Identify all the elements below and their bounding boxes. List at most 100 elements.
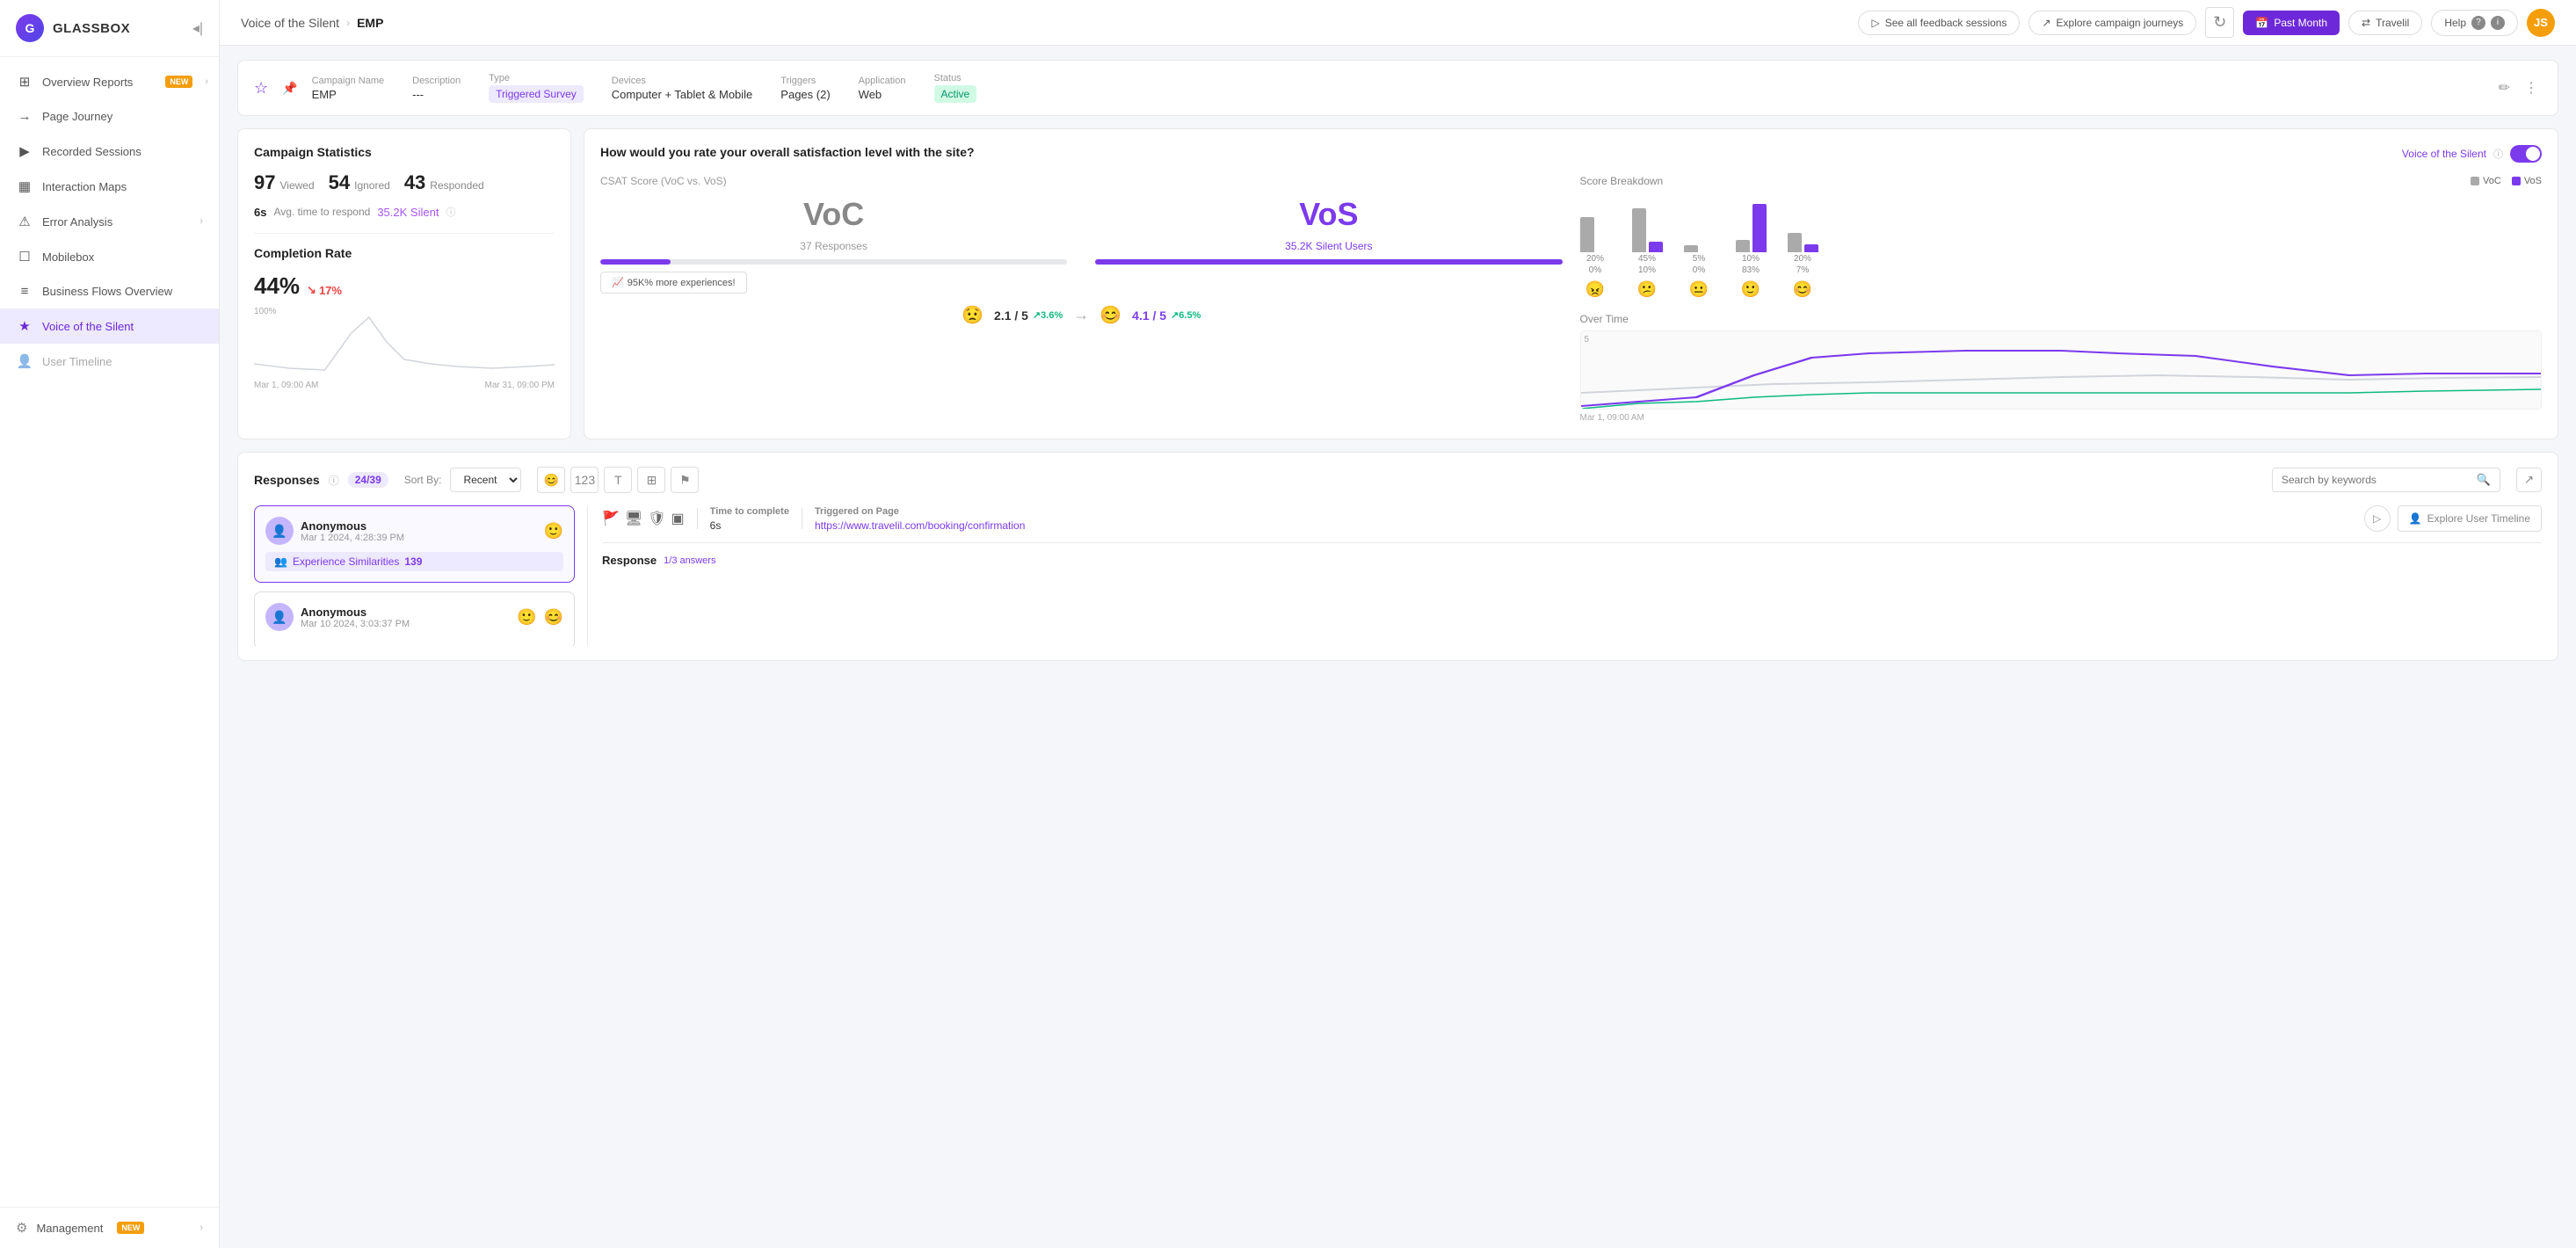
number-filter-button[interactable]: 123 <box>570 467 599 493</box>
journeys-icon: ↗ <box>2042 17 2050 29</box>
refresh-button[interactable]: ↻ <box>2205 7 2234 38</box>
sidebar-item-business-flows[interactable]: ≡ Business Flows Overview <box>0 274 219 308</box>
export-button[interactable]: ↗ <box>2516 468 2542 492</box>
more-options-button[interactable]: ⋮ <box>2521 76 2542 100</box>
answer-label: Response 1/3 answers <box>602 554 2542 567</box>
user-info-2: Anonymous Mar 10 2024, 3:03:37 PM <box>301 606 510 629</box>
info-icon-vos: ⓘ <box>2493 147 2503 161</box>
stats-numbers-row: 97 Viewed 54 Ignored 43 Responded <box>254 171 555 194</box>
bar-group-3: 5% 0% 😐 <box>1684 200 1715 299</box>
trending-icon: 📈 <box>612 277 624 288</box>
vos-toggle-switch[interactable] <box>2510 145 2542 163</box>
search-input[interactable] <box>2282 474 2471 486</box>
see-feedback-button[interactable]: ▷ See all feedback sessions <box>1858 11 2020 35</box>
feedback-icon: ▷ <box>1871 17 1879 29</box>
search-icon: 🔍 <box>2477 473 2491 487</box>
experience-badge-1[interactable]: 👥 Experience Similarities 139 <box>265 552 563 571</box>
main-area: Voice of the Silent › EMP ▷ See all feed… <box>220 0 2576 1248</box>
campaign-pin-icon: 📌 <box>282 81 297 96</box>
response-user-2: 👤 Anonymous Mar 10 2024, 3:03:37 PM 🙂 😊 <box>265 603 563 631</box>
avg-time-row: 6s Avg. time to respond 35.2K Silent ⓘ <box>254 205 555 219</box>
csat-section: CSAT Score (VoC vs. VoS) VoC 37 Response… <box>600 175 1563 423</box>
management-icon: ⚙ <box>16 1220 27 1236</box>
more-experiences-button[interactable]: 📈 95K% more experiences! <box>600 272 747 294</box>
management-badge: NEW <box>117 1222 144 1234</box>
explore-journeys-button[interactable]: ↗ Explore campaign journeys <box>2028 11 2196 35</box>
vos-section: VoS 35.2K Silent Users <box>1095 196 1562 265</box>
viewed-stat: 97 Viewed <box>254 171 315 194</box>
campaign-name-field: Campaign Name EMP <box>312 76 385 101</box>
bar-group-4: 10% 83% 🙂 <box>1736 200 1767 299</box>
happy-emoji: 😊 <box>1099 304 1121 326</box>
ignored-stat: 54 Ignored <box>329 171 390 194</box>
logo-icon: G <box>16 14 44 42</box>
overview-reports-chevron: › <box>205 76 208 87</box>
sidebar-item-mobilebox[interactable]: ☐ Mobilebox <box>0 239 219 274</box>
responses-info-icon: ⓘ <box>329 473 339 488</box>
user-avatar[interactable]: JS <box>2527 9 2555 37</box>
arrow-right: → <box>1073 306 1089 324</box>
breadcrumb: Voice of the Silent › EMP <box>241 16 1851 30</box>
sidebar-item-voice-of-silent[interactable]: ★ Voice of the Silent <box>0 308 219 344</box>
voice-of-silent-icon: ★ <box>16 318 33 334</box>
mobilebox-icon: ☐ <box>16 249 33 265</box>
security-icon: 🛡 <box>648 510 665 527</box>
sidebar-item-recorded-sessions[interactable]: ▶ Recorded Sessions <box>0 134 219 169</box>
response-card-1[interactable]: 👤 Anonymous Mar 1 2024, 4:28:39 PM 🙂 👥 E… <box>254 505 575 583</box>
responses-header: Responses ⓘ 24/39 Sort By: Recent Oldest… <box>254 467 2542 493</box>
responses-grid: 👤 Anonymous Mar 1 2024, 4:28:39 PM 🙂 👥 E… <box>254 505 2542 646</box>
interaction-maps-icon: ▦ <box>16 178 33 194</box>
flag-filter-button[interactable]: ⚑ <box>671 467 699 493</box>
bar-group-1: 20% 0% 😠 <box>1580 200 1611 299</box>
bar-group-2: 45% 10% 😕 <box>1632 200 1663 299</box>
grid-filter-button[interactable]: ⊞ <box>637 467 665 493</box>
travelil-button[interactable]: ⇄ Travelil <box>2348 11 2422 35</box>
collapse-button[interactable]: ◂| <box>192 19 203 37</box>
sidebar-footer[interactable]: ⚙ Management NEW › <box>0 1207 219 1248</box>
responses-list: 👤 Anonymous Mar 1 2024, 4:28:39 PM 🙂 👥 E… <box>254 505 588 646</box>
sidebar-item-error-analysis[interactable]: ⚠ Error Analysis › <box>0 204 219 239</box>
responses-section: Responses ⓘ 24/39 Sort By: Recent Oldest… <box>237 452 2558 661</box>
sidebar-label-business-flows: Business Flows Overview <box>42 285 203 298</box>
completion-title: Completion Rate <box>254 246 555 260</box>
response-emoji-2b: 😊 <box>544 608 563 627</box>
play-session-button[interactable]: ▷ <box>2364 505 2391 532</box>
campaign-actions: ✏ ⋮ <box>2495 76 2542 100</box>
sidebar-label-voice-of-silent: Voice of the Silent <box>42 320 203 333</box>
breadcrumb-separator: › <box>346 17 350 29</box>
sidebar-item-user-timeline[interactable]: 👤 User Timeline <box>0 344 219 379</box>
info-circle-icon: ⓘ <box>446 205 455 219</box>
business-flows-icon: ≡ <box>16 284 33 299</box>
campaign-status-badge: Active <box>934 85 977 103</box>
satisfaction-title: How would you rate your overall satisfac… <box>600 145 975 159</box>
help-button[interactable]: Help ? i <box>2431 10 2518 36</box>
bars-container: 20% 0% 😠 45% 10% <box>1580 200 2543 299</box>
edit-campaign-button[interactable]: ✏ <box>2495 76 2514 100</box>
sidebar-label-interaction-maps: Interaction Maps <box>42 180 203 193</box>
explore-timeline-button[interactable]: 👤 Explore User Timeline <box>2398 505 2542 532</box>
response-emoji-1: 🙂 <box>544 522 563 541</box>
screen-icon: 🖥 <box>625 510 642 527</box>
sidebar-label-overview-reports: Overview Reports <box>42 76 156 89</box>
text-filter-button[interactable]: T <box>604 467 632 493</box>
vos-toggle[interactable]: Voice of the Silent ⓘ <box>2402 145 2542 163</box>
help-icon: ? <box>2471 16 2485 30</box>
completion-header: 44% ↘ 17% <box>254 272 555 300</box>
sidebar-item-interaction-maps[interactable]: ▦ Interaction Maps <box>0 169 219 204</box>
sidebar-label-recorded-sessions: Recorded Sessions <box>42 145 203 158</box>
campaign-type-field: Type Triggered Survey <box>489 73 584 103</box>
triggered-page-field: Triggered on Page https://www.travelil.c… <box>815 506 1025 532</box>
date-range-button[interactable]: 📅 Past Month <box>2243 11 2340 35</box>
sidebar-item-overview-reports[interactable]: ⊞ Overview Reports NEW › <box>0 64 219 99</box>
campaign-fields: Campaign Name EMP Description --- Type T… <box>312 73 2481 103</box>
window-icon: ▣ <box>671 510 685 527</box>
emoji-filter-button[interactable]: 😊 <box>537 467 565 493</box>
vos-trend: ↗6.5% <box>1171 309 1201 321</box>
sidebar-item-page-journey[interactable]: → Page Journey <box>0 99 219 134</box>
response-card-2[interactable]: 👤 Anonymous Mar 10 2024, 3:03:37 PM 🙂 😊 <box>254 591 575 646</box>
sort-select[interactable]: Recent Oldest <box>450 468 521 492</box>
error-analysis-icon: ⚠ <box>16 214 33 229</box>
recorded-sessions-icon: ▶ <box>16 143 33 159</box>
search-box: 🔍 <box>2272 468 2500 492</box>
sidebar-label-error-analysis: Error Analysis <box>42 215 191 229</box>
